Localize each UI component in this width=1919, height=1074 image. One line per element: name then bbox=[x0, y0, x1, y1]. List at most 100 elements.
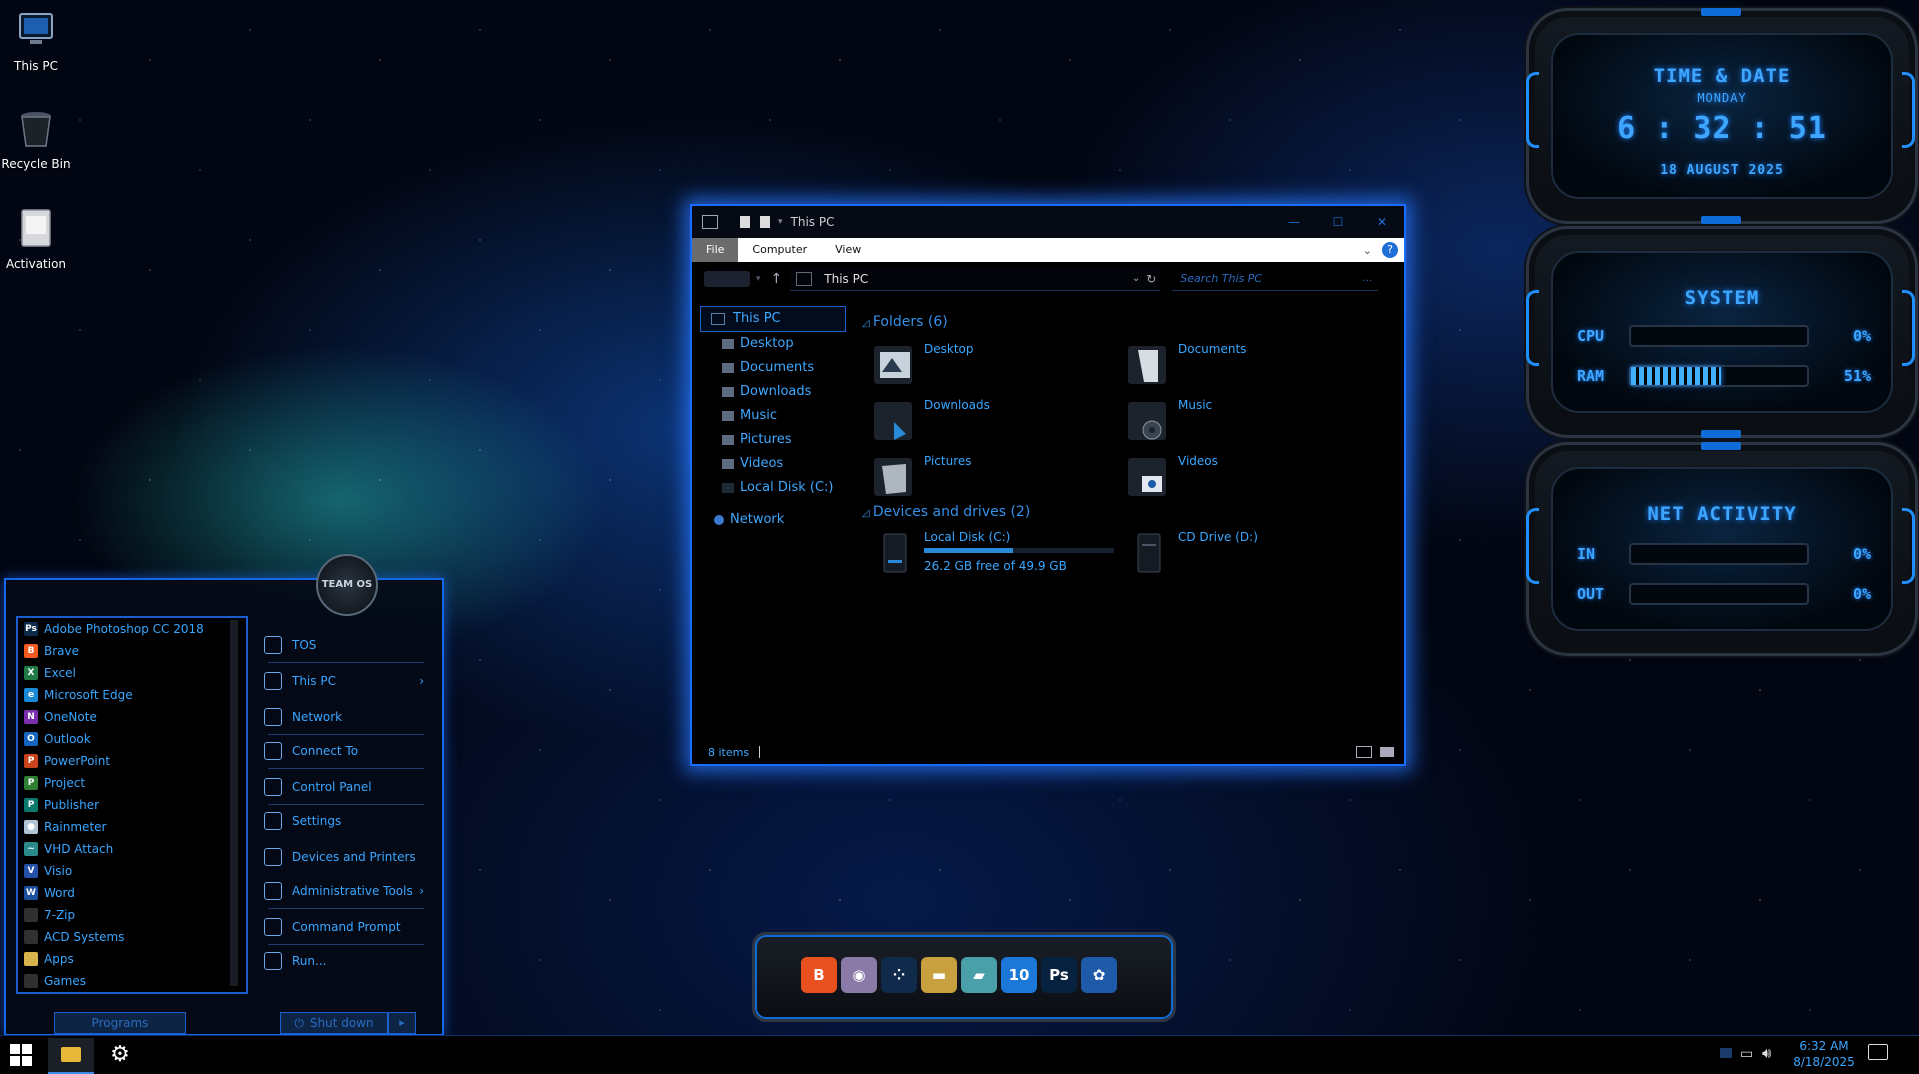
properties-icon[interactable] bbox=[740, 216, 750, 228]
program-item[interactable]: P Publisher bbox=[18, 794, 246, 816]
nav-item-this-pc[interactable]: This PC bbox=[700, 306, 846, 332]
large-icons-view-icon[interactable] bbox=[1380, 747, 1394, 757]
search-input[interactable]: Search This PC bbox=[1180, 272, 1362, 285]
program-item[interactable]: Apps bbox=[18, 948, 246, 970]
program-item[interactable]: Games bbox=[18, 970, 246, 992]
tab-file[interactable]: File bbox=[692, 238, 739, 262]
start-button[interactable] bbox=[10, 1044, 32, 1066]
programs-button[interactable]: Programs bbox=[54, 1012, 186, 1034]
new-folder-icon[interactable] bbox=[760, 216, 770, 228]
quick-access-icon[interactable] bbox=[702, 215, 718, 229]
nav-item-desktop[interactable]: Desktop bbox=[692, 332, 850, 356]
folder-videos[interactable]: Videos bbox=[1126, 454, 1218, 500]
customize-icon[interactable]: ▾ bbox=[778, 217, 783, 227]
recent-dropdown-icon[interactable]: ▾ bbox=[756, 274, 761, 284]
nav-label: Pictures bbox=[740, 432, 792, 447]
program-list-scrollbar[interactable] bbox=[230, 620, 238, 986]
program-item[interactable]: P PowerPoint bbox=[18, 750, 246, 772]
notification-icon[interactable] bbox=[1868, 1044, 1888, 1060]
program-item[interactable]: W Word bbox=[18, 882, 246, 904]
nav-item-videos[interactable]: Videos bbox=[692, 452, 850, 476]
usb-drive-icon[interactable]: ▬ bbox=[921, 957, 957, 993]
start-link[interactable]: Devices and Printers bbox=[264, 842, 424, 872]
dots-icon[interactable]: ⁘ bbox=[881, 957, 917, 993]
program-item[interactable]: Ps Adobe Photoshop CC 2018 bbox=[18, 618, 246, 640]
tab-view[interactable]: View bbox=[821, 238, 875, 262]
nav-item-documents[interactable]: Documents bbox=[692, 356, 850, 380]
shutdown-button[interactable]: ⏻ Shut down bbox=[280, 1012, 388, 1034]
drives-header[interactable]: ◿ Devices and drives (2) bbox=[862, 504, 1030, 520]
drive-cd[interactable]: CD Drive (D:) bbox=[1126, 530, 1258, 576]
address-bar[interactable]: This PC ⌄ ↻ bbox=[790, 267, 1161, 291]
start-link[interactable]: Connect To bbox=[264, 736, 424, 766]
help-icon[interactable]: ? bbox=[1382, 242, 1398, 258]
activation-icon bbox=[21, 209, 51, 247]
folder-music[interactable]: Music bbox=[1126, 398, 1212, 444]
folder-downloads[interactable]: Downloads bbox=[872, 398, 990, 444]
tab-computer[interactable]: Computer bbox=[738, 238, 821, 262]
desktop-icon-this-pc[interactable]: This PC bbox=[0, 8, 72, 73]
start-link[interactable]: Control Panel bbox=[264, 772, 424, 802]
program-badge: e bbox=[27, 690, 35, 700]
start-link[interactable]: TOS bbox=[264, 630, 424, 660]
date-label: 18 AUGUST 2025 bbox=[1660, 163, 1784, 178]
nav-item-local-disk[interactable]: Local Disk (C:) bbox=[692, 476, 850, 500]
start-link[interactable]: Administrative Tools › bbox=[264, 876, 424, 906]
start-link[interactable]: Network bbox=[264, 702, 424, 732]
program-item[interactable]: 7-Zip bbox=[18, 904, 246, 926]
start-link[interactable]: Settings bbox=[264, 806, 424, 836]
taskbar-clock[interactable]: 6:32 AM 8/18/2025 bbox=[1784, 1038, 1864, 1070]
back-button[interactable] bbox=[704, 271, 750, 287]
up-arrow-icon[interactable]: ↑ bbox=[771, 271, 783, 287]
win10-icon[interactable]: 10 bbox=[1001, 957, 1037, 993]
disc-icon[interactable]: ◉ bbox=[841, 957, 877, 993]
maximize-button[interactable]: ☐ bbox=[1316, 215, 1360, 229]
ribbon-expand-icon[interactable]: ⌄ bbox=[1363, 244, 1372, 257]
folder-pictures[interactable]: Pictures bbox=[872, 454, 972, 500]
folder-desktop[interactable]: Desktop bbox=[872, 342, 974, 388]
tray-overflow-icon[interactable] bbox=[1720, 1048, 1732, 1058]
drive-icon[interactable]: ▰ bbox=[961, 957, 997, 993]
program-item[interactable]: ● Rainmeter bbox=[18, 816, 246, 838]
address-dropdown-icon[interactable]: ⌄ bbox=[1132, 273, 1140, 284]
photoshop-icon[interactable]: Ps bbox=[1041, 957, 1077, 993]
drive-local-disk[interactable]: Local Disk (C:) 26.2 GB free of 49.9 GB bbox=[872, 530, 1114, 576]
shutdown-options-button[interactable]: ▸ bbox=[388, 1012, 416, 1034]
close-button[interactable]: ✕ bbox=[1360, 215, 1404, 229]
program-item[interactable]: P Project bbox=[18, 772, 246, 794]
program-item[interactable]: B Brave bbox=[18, 640, 246, 662]
camera-icon[interactable]: ✿ bbox=[1081, 957, 1117, 993]
network-tray-icon[interactable]: ▭ bbox=[1740, 1046, 1753, 1062]
folder-documents[interactable]: Documents bbox=[1126, 342, 1246, 388]
refresh-icon[interactable]: ↻ bbox=[1146, 272, 1156, 286]
program-label: Outlook bbox=[44, 732, 91, 746]
start-link[interactable]: This PC › bbox=[264, 666, 424, 696]
minimize-button[interactable]: — bbox=[1272, 215, 1316, 229]
folders-header[interactable]: ◿ Folders (6) bbox=[862, 314, 948, 330]
nav-label: Desktop bbox=[740, 336, 794, 351]
program-item[interactable]: O Outlook bbox=[18, 728, 246, 750]
nav-item-downloads[interactable]: Downloads bbox=[692, 380, 850, 404]
details-view-icon[interactable] bbox=[1356, 746, 1372, 758]
volume-tray-icon[interactable]: 🔊︎ bbox=[1762, 1044, 1771, 1062]
program-item[interactable]: e Microsoft Edge bbox=[18, 684, 246, 706]
start-link[interactable]: Command Prompt bbox=[264, 912, 424, 942]
desktop-icon-activation[interactable]: Activation bbox=[0, 206, 72, 271]
nav-item-network[interactable]: Network bbox=[692, 508, 850, 532]
nav-label: Music bbox=[740, 408, 777, 423]
ram-value: 51% bbox=[1843, 367, 1871, 385]
start-link[interactable]: Run... bbox=[264, 946, 424, 976]
nav-item-pictures[interactable]: Pictures bbox=[692, 428, 850, 452]
nav-item-music[interactable]: Music bbox=[692, 404, 850, 428]
desktop-icon-recycle-bin[interactable]: Recycle Bin bbox=[0, 106, 72, 171]
program-item[interactable]: V Visio bbox=[18, 860, 246, 882]
file-explorer-taskbar-button[interactable] bbox=[48, 1038, 94, 1074]
search-box[interactable]: Search This PC … bbox=[1172, 268, 1379, 291]
program-item[interactable]: N OneNote bbox=[18, 706, 246, 728]
settings-taskbar-button[interactable]: ⚙ bbox=[100, 1038, 140, 1072]
program-item[interactable]: ACD Systems bbox=[18, 926, 246, 948]
program-item[interactable]: ~ VHD Attach bbox=[18, 838, 246, 860]
program-badge: P bbox=[27, 800, 35, 810]
program-item[interactable]: X Excel bbox=[18, 662, 246, 684]
brave-icon[interactable]: B bbox=[801, 957, 837, 993]
